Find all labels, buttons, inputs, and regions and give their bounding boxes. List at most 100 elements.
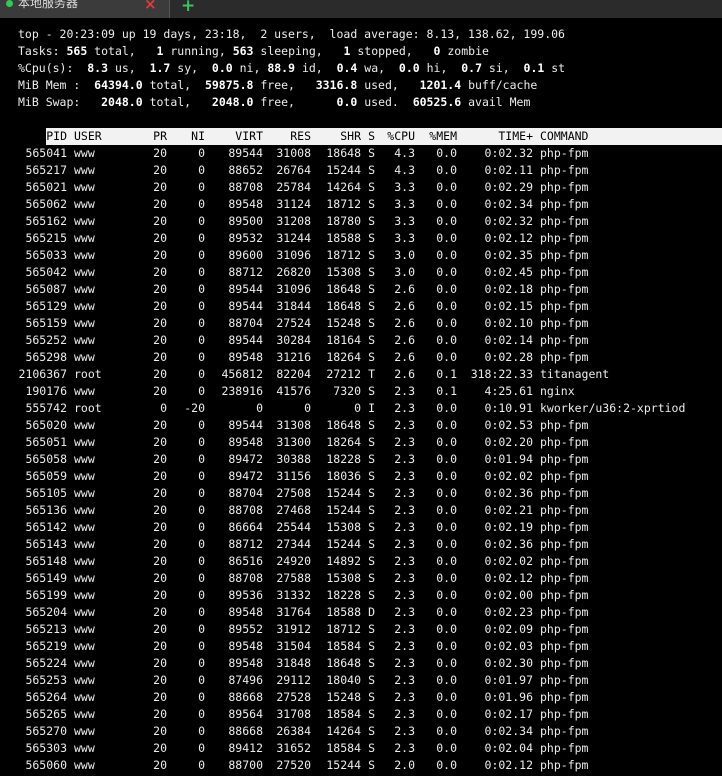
cell-pr: 20: [153, 605, 167, 619]
cell-res: 30284: [276, 333, 311, 347]
cell-mem: 0.0: [436, 605, 457, 619]
cell-res: 31008: [276, 146, 311, 160]
column-header-mem: %MEM: [429, 129, 457, 143]
cell-pid: 565204: [25, 605, 67, 619]
cell-virt: 89472: [228, 452, 263, 466]
cell-cmd: php-fpm: [540, 486, 589, 500]
cell-res: 24920: [276, 554, 311, 568]
process-row: 565020 www 20 0 89544 31308 18648 S 2.3 0.0 0:02.5…: [18, 417, 722, 434]
cell-shr: 15308: [326, 520, 361, 534]
add-tab-icon[interactable]: +: [181, 0, 195, 16]
cell-user: www: [74, 197, 95, 211]
summary-label: %Cpu(s):: [18, 61, 88, 75]
cell-mem: 0.0: [436, 758, 457, 772]
cell-user: www: [74, 673, 95, 687]
cell-cpu: 3.3: [394, 231, 415, 245]
cell-time: 0:01.96: [484, 690, 533, 704]
cell-shr: 15308: [326, 571, 361, 585]
cell-user: www: [74, 248, 95, 262]
cell-pid: 565252: [25, 333, 67, 347]
column-header-time: TIME+: [498, 129, 533, 143]
cell-pr: 20: [153, 758, 167, 772]
summary-label: total,: [87, 44, 157, 58]
cell-pr: 20: [153, 282, 167, 296]
cell-pr: 20: [153, 231, 167, 245]
cell-user: root: [74, 401, 102, 415]
summary-label: sleeping,: [253, 44, 344, 58]
cell-time: 0:02.36: [484, 537, 533, 551]
cell-shr: 18264: [326, 350, 361, 364]
cell-virt: 89548: [228, 656, 263, 670]
cell-cpu: 3.3: [394, 214, 415, 228]
cell-time: 0:02.23: [484, 605, 533, 619]
cell-pr: 20: [153, 690, 167, 704]
cell-res: 31308: [276, 418, 311, 432]
cell-pr: 20: [153, 367, 167, 381]
cell-user: www: [74, 384, 95, 398]
summary-label: sy,: [170, 61, 212, 75]
process-row: 565253 www 20 0 87496 29112 18040 S 2.3 0.0 0:01.9…: [18, 672, 722, 689]
cell-cmd: php-fpm: [540, 435, 589, 449]
cell-time: 0:02.18: [484, 282, 533, 296]
cell-res: 26764: [276, 163, 311, 177]
cell-cpu: 2.3: [394, 486, 415, 500]
cell-pr: 20: [153, 435, 167, 449]
cell-s: S: [368, 639, 375, 653]
cell-time: 4:25.61: [484, 384, 533, 398]
tab-bar: 本地服务器 × +: [0, 0, 722, 18]
cell-cmd: php-fpm: [540, 605, 589, 619]
cell-s: S: [368, 690, 375, 704]
cell-pid: 2106367: [18, 367, 67, 381]
cell-virt: 89544: [228, 299, 263, 313]
cell-virt: 87496: [228, 673, 263, 687]
cell-cmd: php-fpm: [540, 231, 589, 245]
summary-value: 0.7: [461, 61, 482, 75]
cell-pr: 20: [153, 707, 167, 721]
cell-cpu: 2.0: [394, 758, 415, 772]
process-row: 565149 www 20 0 88708 27588 15308 S 2.3 0.0 0:02.1…: [18, 570, 722, 587]
cell-pid: 565148: [25, 554, 67, 568]
cell-cmd: titanagent: [540, 367, 610, 381]
cell-ni: 0: [198, 588, 205, 602]
process-row: 565215 www 20 0 89532 31244 18588 S 3.3 0.0 0:02.1…: [18, 230, 722, 247]
cell-pid: 565224: [25, 656, 67, 670]
cell-res: 31244: [276, 231, 311, 245]
cell-shr: 18036: [326, 469, 361, 483]
cell-s: S: [368, 554, 375, 568]
cell-pid: 565219: [25, 639, 67, 653]
cell-user: www: [74, 316, 95, 330]
process-table-body: 565041 www 20 0 89544 31008 18648 S 4.3 0.0 0:02.3…: [18, 145, 722, 774]
cell-virt: 89548: [228, 639, 263, 653]
cell-mem: 0.0: [436, 418, 457, 432]
tab-local-server[interactable]: 本地服务器 ×: [0, 0, 170, 18]
cell-pr: 20: [153, 622, 167, 636]
cell-s: S: [368, 265, 375, 279]
cell-virt: 89552: [228, 622, 263, 636]
summary-label: free,: [253, 78, 316, 92]
cell-res: 31332: [276, 588, 311, 602]
cell-user: www: [74, 690, 95, 704]
cell-shr: 18040: [326, 673, 361, 687]
summary-value: 565: [66, 44, 88, 58]
close-tab-icon[interactable]: ×: [144, 0, 157, 14]
cell-shr: 18648: [326, 656, 361, 670]
cell-res: 27468: [276, 503, 311, 517]
cell-time: 0:01.94: [484, 452, 533, 466]
cell-time: 0:02.19: [484, 520, 533, 534]
summary-label: MiB Swap:: [18, 95, 102, 109]
cell-virt: 238916: [221, 384, 263, 398]
terminal-output[interactable]: top - 20:23:09 up 19 days, 23:18, 2 user…: [0, 18, 722, 774]
cell-shr: 18648: [326, 418, 361, 432]
cell-pr: 20: [153, 571, 167, 585]
cell-pid: 565265: [25, 707, 67, 721]
cell-s: S: [368, 384, 375, 398]
cell-cpu: 2.3: [394, 537, 415, 551]
summary-value: 0.0: [336, 95, 358, 109]
cell-cpu: 2.6: [394, 282, 415, 296]
summary-label: us,: [108, 61, 150, 75]
process-row: 565136 www 20 0 88708 27468 15244 S 2.3 0.0 0:02.2…: [18, 502, 722, 519]
cell-virt: 86516: [228, 554, 263, 568]
cell-cpu: 3.3: [394, 197, 415, 211]
cell-virt: 89532: [228, 231, 263, 245]
cell-shr: 15248: [326, 316, 361, 330]
